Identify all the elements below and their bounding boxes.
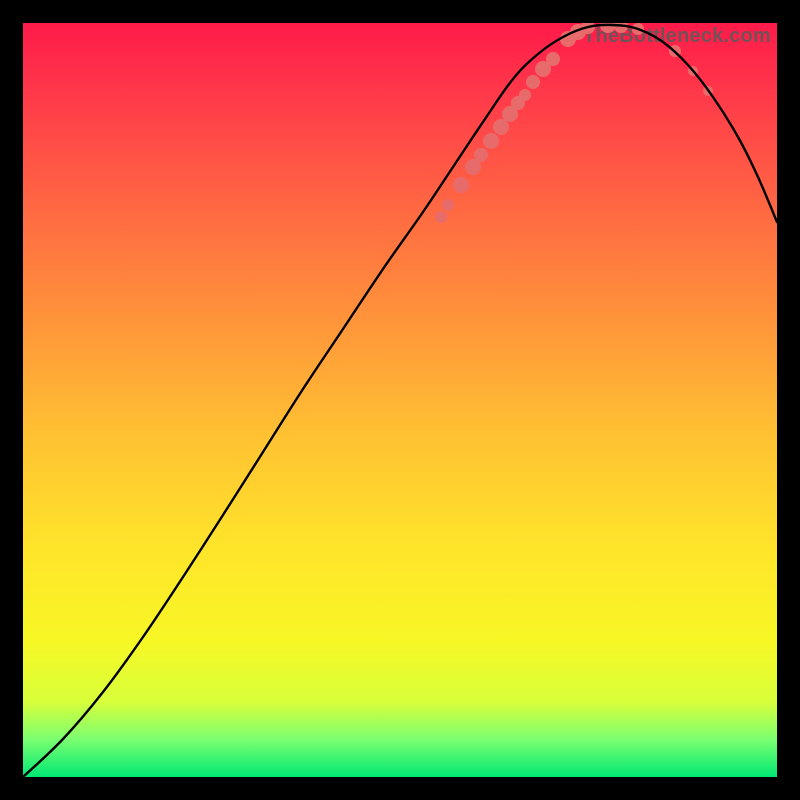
- data-dot: [519, 89, 531, 101]
- data-dot: [474, 148, 488, 162]
- data-dot: [442, 199, 454, 211]
- data-dot: [483, 133, 499, 149]
- bottleneck-curve: [23, 25, 777, 777]
- data-dot: [453, 177, 469, 193]
- data-dot: [493, 119, 509, 135]
- data-dots: [435, 23, 713, 223]
- chart-svg: [23, 23, 777, 777]
- data-dot: [546, 52, 560, 66]
- chart-frame: TheBottleneck.com: [23, 23, 777, 777]
- data-dot: [526, 75, 540, 89]
- data-dot: [435, 211, 447, 223]
